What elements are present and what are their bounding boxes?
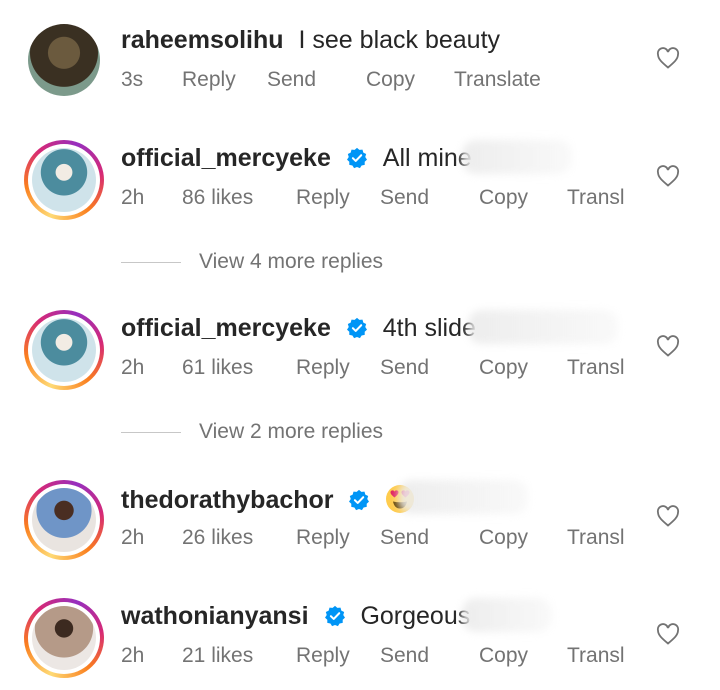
reply-button[interactable]: Reply	[296, 644, 350, 668]
timestamp: 2h	[121, 186, 145, 209]
comment-text: Gorgeous	[360, 602, 471, 630]
verified-badge-icon	[346, 147, 367, 169]
view-replies-label: View 4 more replies	[199, 250, 384, 273]
avatar[interactable]	[24, 480, 104, 560]
reply-button[interactable]: Reply	[182, 68, 236, 92]
redacted-area	[462, 140, 572, 174]
send-button[interactable]: Send	[267, 68, 316, 92]
likes-count[interactable]: 26 likes	[182, 526, 253, 550]
likes-count[interactable]: 61 likes	[182, 356, 253, 380]
translate-button[interactable]: Translate	[454, 68, 541, 92]
divider	[121, 432, 181, 433]
verified-badge-icon	[349, 489, 370, 511]
reply-button[interactable]: Reply	[296, 356, 350, 380]
timestamp: 2h	[121, 644, 145, 667]
send-button[interactable]: Send	[380, 526, 429, 550]
heart-icon[interactable]	[656, 47, 680, 69]
heart-icon[interactable]	[656, 165, 680, 187]
avatar[interactable]	[24, 140, 104, 220]
translate-button[interactable]: Transl	[567, 186, 625, 210]
redacted-area	[468, 310, 618, 344]
comment-header: official_mercyeke 4th slide	[121, 314, 476, 343]
timestamp: 3s	[121, 68, 144, 91]
avatar[interactable]	[24, 310, 104, 390]
comment-header: thedorathybachor	[121, 484, 415, 515]
divider	[121, 262, 181, 263]
redacted-area	[398, 480, 528, 514]
redacted-area	[462, 598, 552, 632]
avatar[interactable]	[28, 24, 100, 96]
comment-text: All mine	[382, 144, 472, 172]
username[interactable]: raheemsolihu	[121, 26, 284, 54]
verified-badge-icon	[324, 605, 345, 627]
timestamp: 2h	[121, 356, 145, 379]
copy-button[interactable]: Copy	[479, 356, 528, 380]
timestamp: 2h	[121, 526, 145, 549]
avatar[interactable]	[24, 598, 104, 678]
copy-button[interactable]: Copy	[479, 644, 528, 668]
send-button[interactable]: Send	[380, 644, 429, 668]
likes-count[interactable]: 86 likes	[182, 186, 253, 210]
comment-header: official_mercyeke All mine	[121, 144, 472, 173]
translate-button[interactable]: Transl	[567, 526, 625, 550]
view-replies-label: View 2 more replies	[199, 420, 384, 443]
copy-button[interactable]: Copy	[479, 186, 528, 210]
verified-badge-icon	[346, 317, 367, 339]
reply-button[interactable]: Reply	[296, 186, 350, 210]
comment-text: I see black beauty	[298, 26, 501, 54]
username[interactable]: official_mercyeke	[121, 314, 331, 342]
comment-header: wathonianyansi Gorgeous	[121, 602, 470, 631]
copy-button[interactable]: Copy	[366, 68, 415, 92]
copy-button[interactable]: Copy	[479, 526, 528, 550]
send-button[interactable]: Send	[380, 356, 429, 380]
send-button[interactable]: Send	[380, 186, 429, 210]
translate-button[interactable]: Transl	[567, 356, 625, 380]
heart-icon[interactable]	[656, 623, 680, 645]
likes-count[interactable]: 21 likes	[182, 644, 253, 668]
username[interactable]: thedorathybachor	[121, 486, 334, 514]
heart-icon[interactable]	[656, 505, 680, 527]
comment-text: 4th slide	[382, 314, 476, 342]
translate-button[interactable]: Transl	[567, 644, 625, 668]
comment-header: raheemsolihu I see black beauty	[121, 26, 500, 55]
username[interactable]: wathonianyansi	[121, 602, 309, 630]
heart-icon[interactable]	[656, 335, 680, 357]
username[interactable]: official_mercyeke	[121, 144, 331, 172]
reply-button[interactable]: Reply	[296, 526, 350, 550]
